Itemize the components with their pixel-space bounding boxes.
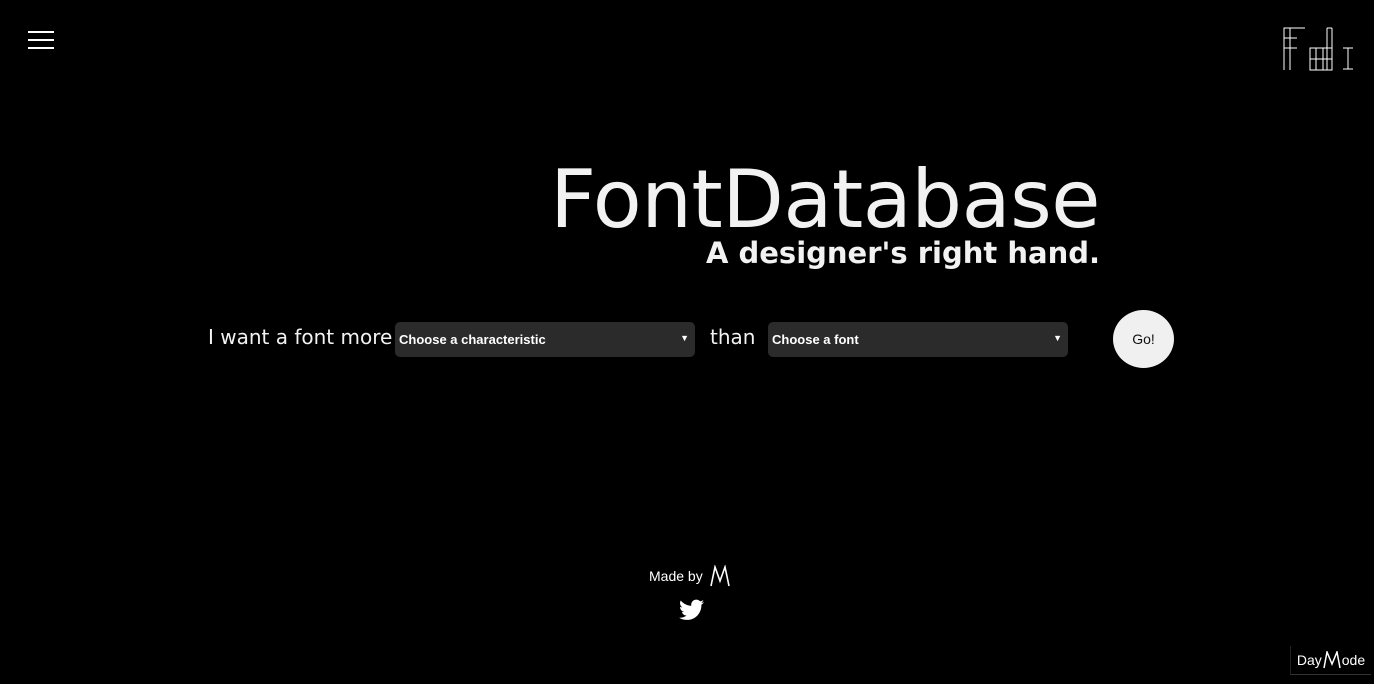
twitter-icon[interactable]	[679, 599, 704, 621]
fontdatabase-logo-icon[interactable]	[1283, 27, 1355, 71]
menu-line	[28, 31, 54, 33]
author-m-logo-icon	[1323, 651, 1341, 669]
menu-line	[28, 47, 54, 49]
search-connector-label: than	[710, 325, 756, 349]
characteristic-select[interactable]: Choose a characteristic ▼	[395, 322, 695, 357]
dropdown-arrow-icon: ▼	[1053, 333, 1062, 343]
dropdown-arrow-icon: ▼	[680, 333, 689, 343]
characteristic-select-value: Choose a characteristic	[399, 332, 546, 347]
page-subtitle: A designer's right hand.	[705, 236, 1100, 270]
day-mode-label-end: ode	[1341, 652, 1366, 668]
page: FontDatabase A designer's right hand. I …	[0, 0, 1374, 684]
search-prefix-label: I want a font more	[208, 325, 393, 349]
font-select-value: Choose a font	[772, 332, 859, 347]
menu-line	[28, 39, 54, 41]
day-mode-toggle[interactable]: Day ode	[1290, 646, 1371, 675]
author-m-logo-icon[interactable]	[709, 565, 731, 587]
made-by: Made by	[649, 563, 731, 589]
hamburger-menu-icon[interactable]	[28, 30, 54, 50]
day-mode-label-start: Day	[1296, 652, 1322, 668]
go-button[interactable]: Go!	[1113, 310, 1174, 368]
font-select[interactable]: Choose a font ▼	[768, 322, 1068, 357]
made-by-label: Made by	[649, 568, 703, 584]
